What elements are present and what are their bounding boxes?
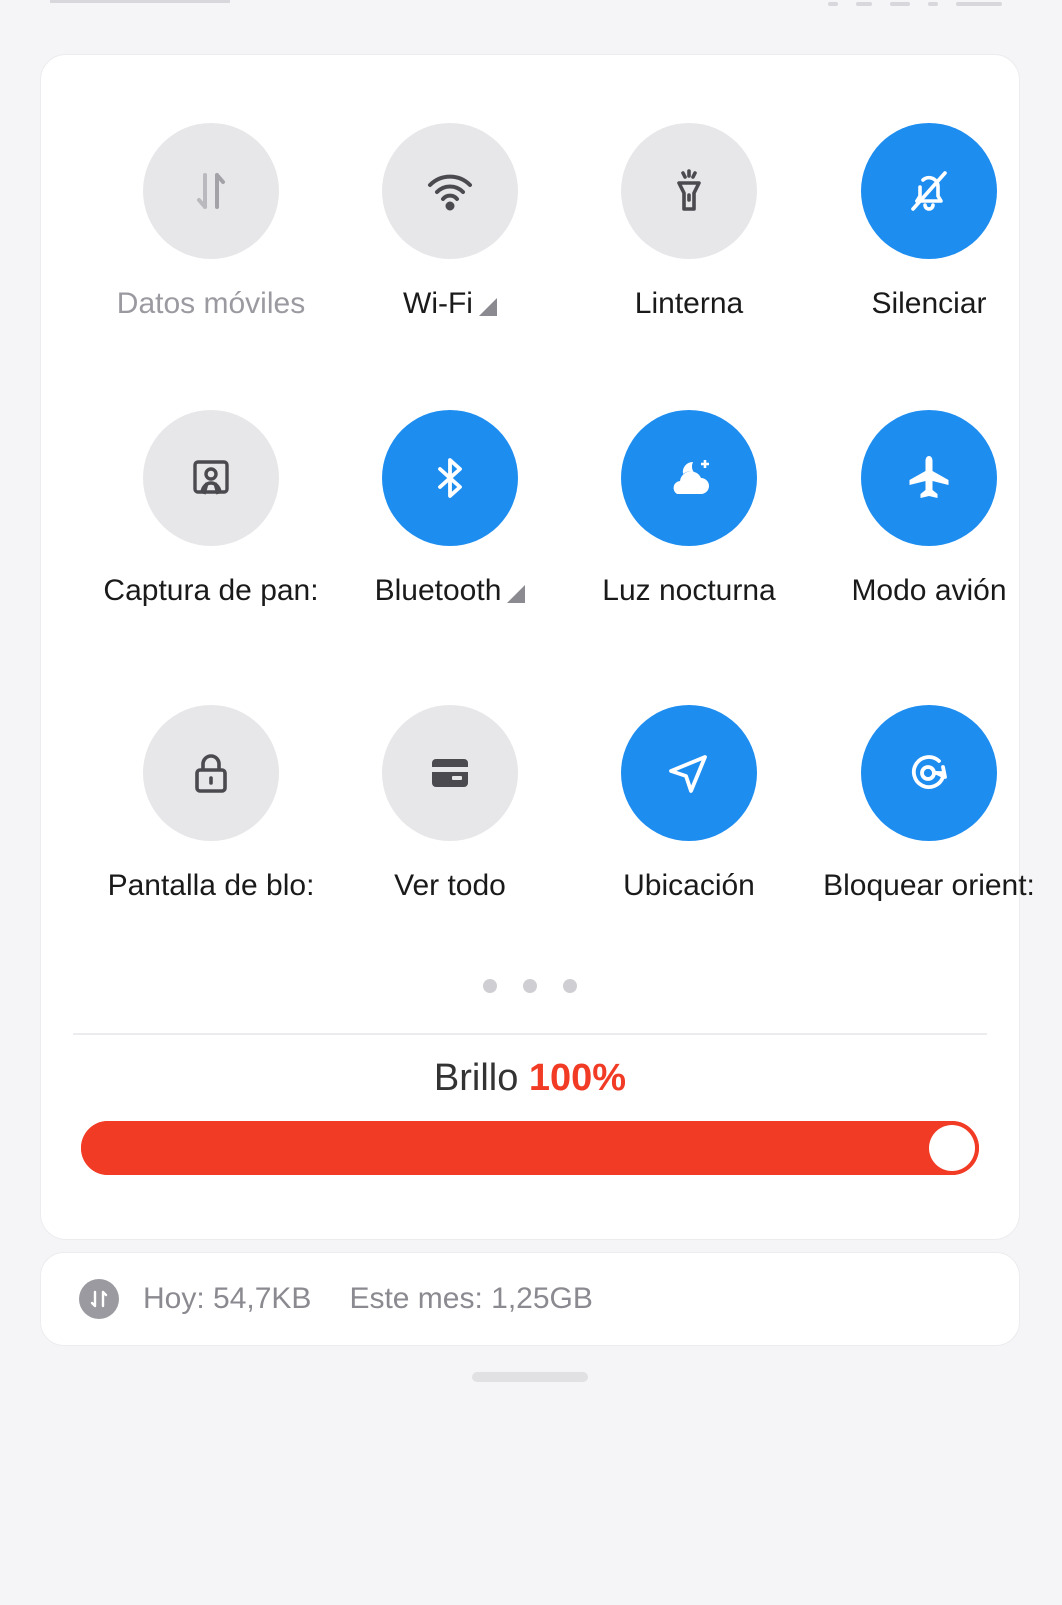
toggle-label-text: Pantalla de blo: <box>107 869 315 902</box>
screenshot-icon <box>183 450 239 506</box>
toggle-label: Ver todo <box>328 869 572 903</box>
toggle-label-text: Datos móviles <box>116 287 306 320</box>
toggle-label-text: Ver todo <box>394 869 506 902</box>
night-light-button[interactable] <box>621 410 757 546</box>
toggle-night-light[interactable]: Luz nocturna <box>567 410 811 608</box>
brightness-slider[interactable] <box>81 1121 979 1175</box>
status-bar <box>0 0 1062 14</box>
toggle-wifi[interactable]: Wi-Fi <box>328 123 572 321</box>
toggle-label: Modo avión <box>807 574 1051 608</box>
brightness-slider-knob[interactable] <box>929 1125 975 1171</box>
toggle-label: Luz nocturna <box>567 574 811 608</box>
toggle-label-text: Modo avión <box>851 574 1007 607</box>
toggle-label-text: Bloquear orient: <box>823 869 1035 902</box>
toggle-label-text: Silenciar <box>871 287 987 320</box>
data-usage-today: Hoy: 54,7KB <box>143 1282 312 1315</box>
toggle-bluetooth[interactable]: Bluetooth <box>328 410 572 608</box>
data-usage-card[interactable]: Hoy: 54,7KB Este mes: 1,25GB <box>40 1252 1020 1346</box>
toggle-label-text: Linterna <box>634 287 744 320</box>
brightness-slider-fill <box>81 1121 979 1175</box>
toggle-bell-off[interactable]: Silenciar <box>807 123 1051 321</box>
toggle-label: Linterna <box>567 287 811 321</box>
bell-off-icon <box>901 163 957 219</box>
lock-icon <box>183 745 239 801</box>
location-arrow-button[interactable] <box>621 705 757 841</box>
divider <box>73 1033 987 1035</box>
mobile-data-button[interactable] <box>143 123 279 259</box>
toggle-label: Datos móviles <box>89 287 333 321</box>
toggle-location-arrow[interactable]: Ubicación <box>567 705 811 903</box>
toggle-label-text: Ubicación <box>623 869 755 902</box>
toggle-label: Wi-Fi <box>328 287 572 321</box>
toggle-rotation-lock[interactable]: Bloquear orient: <box>807 705 1051 903</box>
page-dot[interactable] <box>523 979 537 993</box>
toggle-mobile-data[interactable]: Datos móviles <box>89 123 333 321</box>
toggle-label: Silenciar <box>807 287 1051 321</box>
rotation-lock-button[interactable] <box>861 705 997 841</box>
wallet-button[interactable] <box>382 705 518 841</box>
night-light-icon <box>661 450 717 506</box>
toggle-screenshot[interactable]: Captura de pan: <box>89 410 333 608</box>
toggle-label: Pantalla de blo: <box>89 869 333 903</box>
toggle-label: Ubicación <box>567 869 811 903</box>
flashlight-button[interactable] <box>621 123 757 259</box>
toggle-label: Bluetooth <box>328 574 572 608</box>
expand-corner-icon[interactable] <box>478 298 497 316</box>
page-indicator[interactable] <box>41 979 1019 993</box>
expand-corner-icon[interactable] <box>507 585 526 603</box>
quick-settings-panel: Datos móviles Wi-Fi Linterna Silenciar Captu… <box>40 54 1035 1240</box>
bell-off-button[interactable] <box>861 123 997 259</box>
data-usage-icon <box>79 1279 119 1319</box>
bluetooth-button[interactable] <box>382 410 518 546</box>
brightness-value: 100% <box>528 1057 627 1099</box>
status-bar-carrier <box>50 0 230 11</box>
toggle-airplane[interactable]: Modo avión <box>807 410 1051 608</box>
toggle-lock[interactable]: Pantalla de blo: <box>89 705 333 903</box>
rotation-lock-icon <box>901 745 957 801</box>
toggle-label-text: Wi-Fi <box>403 287 473 320</box>
bluetooth-icon <box>422 450 478 506</box>
location-arrow-icon <box>661 745 717 801</box>
flashlight-icon <box>661 163 717 219</box>
toggle-label: Captura de pan: <box>89 574 333 608</box>
airplane-button[interactable] <box>861 410 997 546</box>
toggle-label-text: Captura de pan: <box>103 574 319 607</box>
mobile-data-icon <box>183 163 239 219</box>
wallet-icon <box>422 745 478 801</box>
wifi-button[interactable] <box>382 123 518 259</box>
page-dot[interactable] <box>563 979 577 993</box>
drag-handle[interactable] <box>472 1372 588 1382</box>
toggle-wallet[interactable]: Ver todo <box>328 705 572 903</box>
wifi-icon <box>422 163 478 219</box>
toggle-flashlight[interactable]: Linterna <box>567 123 811 321</box>
airplane-icon <box>901 450 957 506</box>
toggle-label: Bloquear orient: <box>807 869 1051 903</box>
status-bar-icons <box>772 2 1002 10</box>
toggle-label-text: Luz nocturna <box>602 574 776 607</box>
page-dot[interactable] <box>483 979 497 993</box>
toggle-label-text: Bluetooth <box>374 574 502 607</box>
lock-button[interactable] <box>143 705 279 841</box>
screenshot-button[interactable] <box>143 410 279 546</box>
data-usage-month: Este mes: 1,25GB <box>349 1282 593 1315</box>
brightness-title: Brillo 100% <box>41 1057 1019 1100</box>
brightness-label: Brillo <box>433 1057 519 1099</box>
